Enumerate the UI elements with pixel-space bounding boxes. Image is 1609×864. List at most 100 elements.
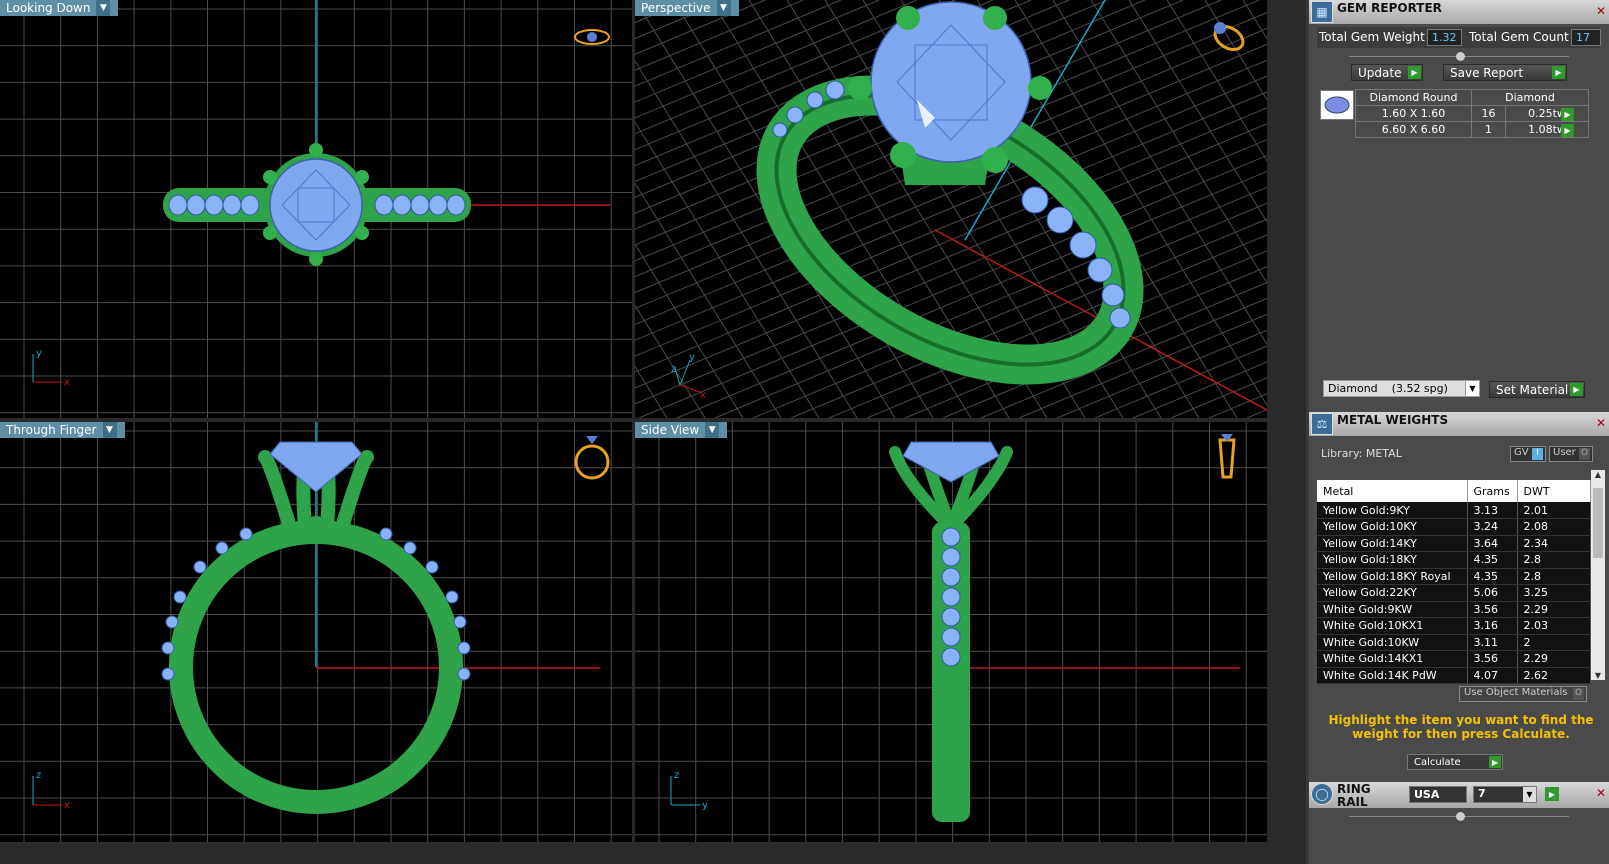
slider-knob[interactable]: [1456, 52, 1465, 61]
gem-thumbnail: [1320, 90, 1354, 120]
metal-weights-table: Metal Grams DWT Yellow Gold:9KY 3.13 2.01 Y…: [1317, 480, 1591, 684]
total-gem-weight-value: 1.32: [1427, 29, 1462, 46]
gem-reporter-title: GEM REPORTER: [1337, 1, 1442, 15]
metal-row[interactable]: White Gold:14KX1 3.56 2.29: [1317, 650, 1591, 668]
metal-cell-grams: 3.11: [1467, 634, 1518, 651]
ring-shank-side: [932, 522, 970, 822]
ring-icon: ◯: [1311, 783, 1333, 805]
metal-row[interactable]: Yellow Gold:22KY 5.06 3.25: [1317, 584, 1591, 602]
use-object-materials-button[interactable]: Use Object Materials O: [1459, 686, 1587, 702]
metal-cell-metal: Yellow Gold:14KY: [1317, 535, 1468, 552]
metal-row[interactable]: Yellow Gold:18KY 4.35 2.8: [1317, 551, 1591, 569]
metal-cell-metal: White Gold:14KX1: [1317, 650, 1468, 668]
country-select[interactable]: USA: [1409, 786, 1467, 803]
metal-cell-grams: 3.16: [1467, 617, 1518, 635]
set-material-button[interactable]: Set Material ▶: [1489, 381, 1585, 398]
metal-cell-metal: White Gold:9KW: [1317, 601, 1468, 618]
svg-text:x: x: [700, 390, 706, 401]
center-diamond-side: [902, 441, 1000, 483]
viewport-label-text: Looking Down: [6, 1, 91, 15]
close-icon[interactable]: ✕: [1594, 416, 1608, 430]
material-select[interactable]: Diamond (3.52 spg) ▼: [1323, 380, 1480, 397]
metal-cell-grams: 4.07: [1467, 667, 1518, 684]
ring-size-select[interactable]: 7 ▼: [1473, 786, 1537, 803]
metal-cell-grams: 4.35: [1467, 568, 1518, 585]
metal-weights-title: METAL WEIGHTS: [1337, 413, 1449, 427]
metal-row[interactable]: White Gold:9KW 3.56 2.29: [1317, 601, 1591, 618]
close-icon[interactable]: ✕: [1594, 4, 1608, 18]
viewport-perspective[interactable]: z y x Perspective ▼: [635, 0, 1267, 418]
column-header-dwt[interactable]: DWT: [1517, 480, 1591, 502]
calculate-button[interactable]: Calculate ▶: [1407, 754, 1503, 770]
metal-table-header: Metal Grams DWT: [1317, 480, 1591, 502]
column-header-metal[interactable]: Metal: [1317, 480, 1468, 502]
chevron-down-icon[interactable]: ▼: [705, 422, 720, 438]
viewport-label-text: Side View: [641, 423, 700, 437]
chevron-down-icon[interactable]: ▼: [1465, 381, 1479, 396]
svg-text:y: y: [36, 348, 42, 359]
gem-table-header: Diamond Round Diamond: [1355, 89, 1589, 106]
metal-cell-grams: 3.64: [1467, 535, 1518, 552]
row-play-icon[interactable]: ▶: [1561, 124, 1574, 137]
grid-through-finger: z x: [0, 422, 632, 842]
viewport-label-text: Perspective: [641, 1, 711, 15]
viewport-looking-down[interactable]: y x Looking Down ▼: [0, 0, 632, 418]
ring-view-icon: [574, 436, 610, 480]
gem-reporter-header: ▦ GEM REPORTER ✕: [1309, 0, 1609, 24]
metal-row[interactable]: Yellow Gold:14KY 3.64 2.34: [1317, 535, 1591, 552]
update-button[interactable]: Update ▶: [1351, 64, 1423, 81]
metal-row[interactable]: White Gold:10KW 3.11 2: [1317, 634, 1591, 651]
metal-cell-grams: 5.06: [1467, 584, 1518, 602]
metal-cell-grams: 3.56: [1467, 650, 1518, 668]
library-label: Library: METAL: [1321, 447, 1402, 460]
metal-cell-grams: 4.35: [1467, 551, 1518, 569]
slider-knob[interactable]: [1456, 812, 1465, 821]
grid-looking-down: y x: [0, 0, 632, 418]
metal-cell-metal: Yellow Gold:18KY: [1317, 551, 1468, 569]
metal-cell-metal: White Gold:10KX1: [1317, 617, 1468, 635]
user-toggle[interactable]: User O: [1549, 446, 1593, 462]
viewport-label[interactable]: Perspective ▼: [635, 0, 739, 16]
gem-reporter-icon: ▦: [1311, 1, 1333, 23]
metal-cell-dwt: 2.01: [1517, 502, 1591, 519]
chevron-down-icon[interactable]: ▼: [716, 0, 731, 16]
metal-cell-metal: White Gold:14K PdW: [1317, 667, 1468, 684]
calculate-hint: Highlight the item you want to find the …: [1328, 713, 1594, 741]
svg-text:x: x: [64, 800, 70, 811]
ring-rail-header: ◯ RING RAIL USA 7 ▼ ▶ ✕: [1309, 782, 1609, 809]
viewport-label[interactable]: Through Finger ▼: [0, 422, 125, 438]
scale-icon: ⚖: [1311, 413, 1333, 435]
center-diamond-top: [269, 158, 363, 252]
row-play-icon[interactable]: ▶: [1561, 108, 1574, 121]
grid-side-view: z y: [635, 422, 1267, 842]
total-gem-count-label: Total Gem Count: [1469, 30, 1569, 44]
close-icon[interactable]: ✕: [1594, 786, 1608, 800]
metal-row[interactable]: White Gold:10KX1 3.16 2.03: [1317, 617, 1591, 635]
column-header-grams[interactable]: Grams: [1467, 480, 1518, 502]
chevron-down-icon[interactable]: ▼: [102, 422, 117, 438]
metal-row[interactable]: White Gold:14K PdW 4.07 2.62: [1317, 667, 1591, 684]
svg-text:x: x: [64, 377, 70, 388]
chevron-down-icon[interactable]: ▼: [1523, 787, 1536, 802]
chevron-down-icon[interactable]: ▼: [96, 0, 111, 16]
apply-ring-size-icon[interactable]: ▶: [1545, 787, 1559, 801]
gv-toggle[interactable]: GV I: [1510, 446, 1546, 462]
metal-cell-dwt: 2.08: [1517, 518, 1591, 536]
gem-table: Diamond Round Diamond 1.60 X 1.60 16 0.2…: [1355, 89, 1589, 138]
gem-row[interactable]: 1.60 X 1.60 16 0.25tw: [1355, 105, 1589, 122]
gem-row[interactable]: 6.60 X 6.60 1 1.08tw: [1355, 121, 1589, 138]
metal-row[interactable]: Yellow Gold:9KY 3.13 2.01: [1317, 502, 1591, 519]
metal-row[interactable]: Yellow Gold:10KY 3.24 2.08: [1317, 518, 1591, 536]
total-gem-count-value: 17: [1571, 29, 1601, 46]
svg-text:y: y: [689, 352, 695, 363]
metal-cell-dwt: 2.8: [1517, 568, 1591, 585]
viewport-label[interactable]: Looking Down ▼: [0, 0, 119, 16]
viewport-label[interactable]: Side View ▼: [635, 422, 728, 438]
metal-row[interactable]: Yellow Gold:18KY Royal 4.35 2.8: [1317, 568, 1591, 585]
metal-table-scrollbar[interactable]: ▲ ▼: [1591, 470, 1605, 680]
svg-text:z: z: [674, 770, 679, 781]
save-report-button[interactable]: Save Report ▶: [1443, 64, 1567, 81]
ring-view-icon: [1218, 434, 1236, 479]
viewport-through-finger[interactable]: z x Through Finger ▼: [0, 422, 632, 842]
viewport-side-view[interactable]: z y Side View ▼: [635, 422, 1267, 842]
